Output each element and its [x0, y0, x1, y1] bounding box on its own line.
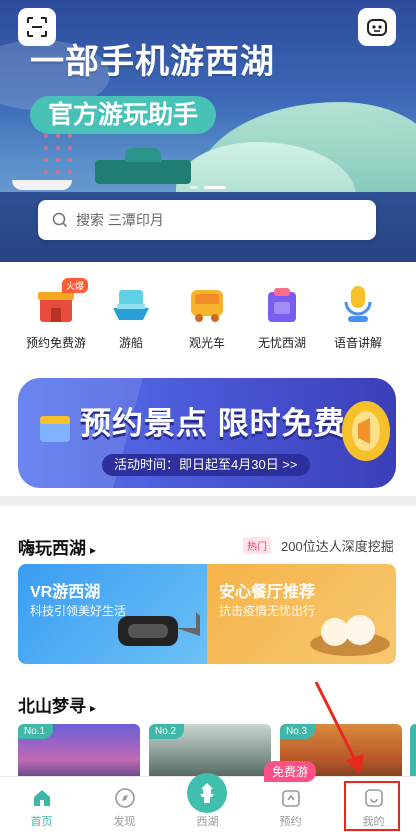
card-title: 安心餐厅推荐	[219, 584, 316, 601]
content-section: 嗨玩西湖 ▸ 热门 200位达人深度挖掘 VR游西湖 科技引领美好生活 安心餐厅推…	[0, 506, 416, 784]
xihu-center-button[interactable]	[187, 773, 227, 813]
promo-title: 预约景点 限时免费	[80, 406, 346, 441]
quick-action-audio-guide[interactable]: 语音讲解	[319, 282, 397, 351]
quick-action-label: 无忧西湖	[257, 336, 306, 350]
carousel-indicator	[190, 186, 226, 189]
tab-discover[interactable]: 发现	[83, 777, 166, 832]
ranking-thumbnail-partial[interactable]	[410, 724, 416, 784]
tab-label: 发现	[113, 816, 136, 828]
search-placeholder: 搜索 三潭印月	[76, 212, 164, 228]
home-icon	[31, 787, 53, 809]
calendar-icon	[40, 416, 70, 442]
sightseeing-car-icon	[185, 282, 229, 326]
vr-headset-icon	[118, 612, 200, 646]
boat-decoration	[12, 180, 72, 190]
tab-home[interactable]: 首页	[0, 777, 83, 832]
quick-action-label: 预约免费游	[25, 336, 86, 350]
hot-tag: 火爆	[62, 278, 89, 293]
compass-icon	[114, 787, 136, 809]
tab-label: 首页	[30, 816, 53, 828]
hot-badge: 热门	[243, 537, 271, 554]
microphone-icon	[336, 282, 380, 326]
section-divider	[0, 496, 416, 506]
carousel-dot-active	[204, 186, 226, 189]
pagoda-icon	[200, 783, 214, 803]
robot-chat-icon	[367, 19, 387, 36]
section-title-beishan[interactable]: 北山梦寻 ▸	[18, 692, 96, 717]
card-subtitle: 抗击疫情无忧出行	[219, 604, 316, 618]
ticket-icon	[280, 787, 302, 809]
section-title-hiwan[interactable]: 嗨玩西湖 ▸	[18, 534, 96, 559]
shield-bag-icon	[260, 282, 304, 326]
bottom-tab-bar: 首页 发现 西湖 免费游 预约 我的	[0, 761, 416, 832]
hero-banner[interactable]: 一部手机游西湖 官方游玩助手 搜索 三潭印月	[0, 0, 416, 262]
quick-action-label: 游船	[118, 336, 143, 350]
carousel-dot	[190, 186, 198, 189]
tab-label: 预约	[279, 816, 302, 828]
search-icon	[52, 212, 68, 228]
annotation-highlight-box	[344, 781, 400, 831]
quick-action-sightseeing-car[interactable]: 观光车	[168, 282, 246, 351]
tab-reserve[interactable]: 预约	[249, 777, 332, 832]
hero-title: 一部手机游西湖	[30, 43, 275, 81]
boat-icon	[109, 282, 153, 326]
promo-banner[interactable]: 预约景点 限时免费 活动时间：即日起至4月30日 >>	[18, 378, 396, 488]
card-title: VR游西湖	[30, 584, 101, 601]
search-input[interactable]: 搜索 三潭印月	[38, 200, 376, 240]
megaphone-icon	[342, 401, 390, 461]
promo-subtitle: 活动时间：即日起至4月30日 >>	[102, 454, 310, 476]
rank-label: No.1	[18, 724, 54, 739]
tab-label: 西湖	[196, 816, 219, 828]
pavilion-decoration	[95, 148, 191, 184]
quick-action-worry-free[interactable]: 无忧西湖	[243, 282, 321, 351]
chat-assistant-button[interactable]	[358, 8, 396, 46]
temple-gate-icon: 火爆	[34, 278, 89, 326]
card-subtitle: 科技引领美好生活	[30, 604, 127, 618]
rank-label: No.3	[280, 724, 316, 739]
vr-tour-card[interactable]: VR游西湖 科技引领美好生活	[18, 564, 208, 664]
safe-restaurant-card[interactable]: 安心餐厅推荐 抗击疫情无忧出行	[207, 564, 396, 664]
quick-action-label: 语音讲解	[333, 336, 382, 350]
quick-actions-panel: 火爆 预约免费游 游船 观光车 无忧西湖 语音讲解 预约景点 限时免费 活动时间…	[0, 262, 416, 496]
hero-subtitle: 官方游玩助手	[30, 96, 217, 134]
quick-action-boat[interactable]: 游船	[92, 282, 170, 351]
quick-action-label: 观光车	[188, 336, 225, 350]
hot-description: 200位达人深度挖掘	[281, 539, 394, 554]
blossom-tree-decoration	[40, 130, 80, 180]
quick-action-reserve-free[interactable]: 火爆 预约免费游	[17, 278, 95, 351]
rank-label: No.2	[149, 724, 185, 739]
ranking-thumbnail[interactable]: No.1	[18, 724, 140, 784]
dumpling-basket-icon	[310, 615, 390, 656]
